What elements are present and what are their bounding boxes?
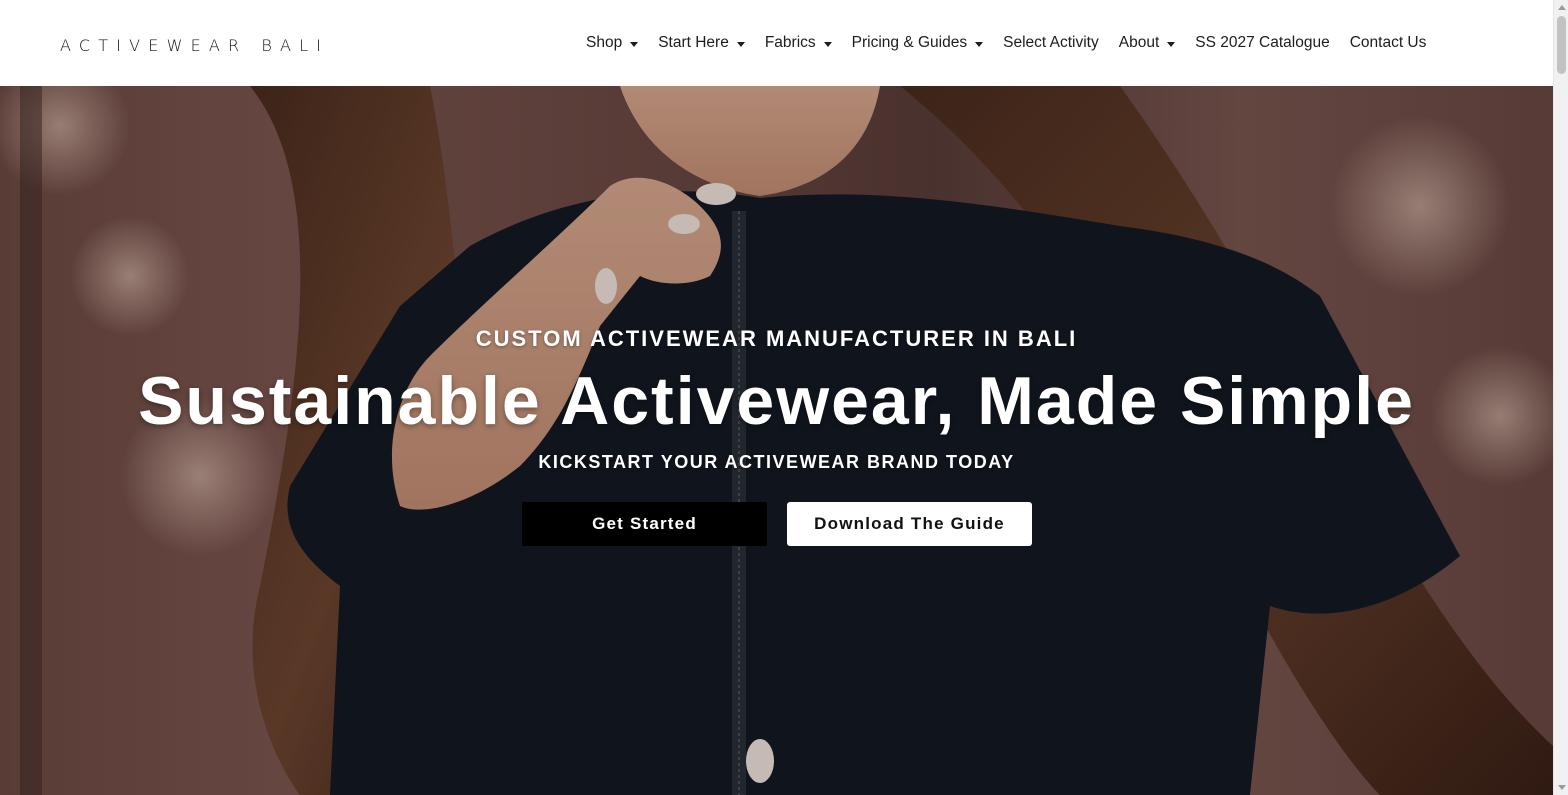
nav-item-select-activity[interactable]: Select Activity (1003, 34, 1099, 52)
nav-item-pricing-guides[interactable]: Pricing & Guides (851, 34, 984, 52)
nav-item-fabrics[interactable]: Fabrics (765, 34, 832, 52)
hero-headline: Sustainable Activewear, Made Simple (138, 363, 1415, 439)
nav-item-start-here[interactable]: Start Here (658, 34, 745, 52)
get-started-button[interactable]: Get Started (522, 502, 767, 546)
logo-wordmark-right: BALI (261, 36, 330, 55)
nav-item-label: Shop (586, 34, 623, 51)
download-guide-button[interactable]: Download The Guide (787, 502, 1032, 546)
nav-item-label: Fabrics (764, 34, 816, 51)
main-nav: Shop Start Here Fabrics Pricing & Guides… (586, 30, 1426, 56)
logo-wordmark-left: ACTIVEWEAR (60, 36, 248, 55)
page-scrollbar[interactable] (1553, 0, 1568, 795)
nav-item-label: Start Here (658, 34, 729, 51)
site-header: ACTIVEWEAR BALI Shop Start Here Fabrics P… (0, 0, 1553, 86)
hero-section: CUSTOM ACTIVEWEAR MANUFACTURER IN BALI S… (0, 86, 1553, 795)
page: ACTIVEWEAR BALI Shop Start Here Fabrics P… (0, 0, 1568, 795)
scrollbar-thumb[interactable] (1557, 16, 1566, 74)
nav-item-label: About (1118, 34, 1160, 51)
nav-item-about[interactable]: About (1119, 34, 1176, 52)
nav-item-contact-us[interactable]: Contact Us (1350, 34, 1427, 52)
scroll-down-arrow-icon[interactable] (1558, 785, 1566, 790)
nav-item-label: Select Activity (1003, 34, 1099, 51)
caret-down-icon (823, 41, 832, 47)
nav-item-label: Pricing & Guides (851, 34, 968, 51)
nav-item-label: Contact Us (1349, 34, 1427, 51)
caret-down-icon (736, 41, 745, 47)
nav-item-shop[interactable]: Shop (586, 34, 639, 52)
caret-down-icon (630, 41, 639, 47)
site-logo[interactable]: ACTIVEWEAR BALI (60, 36, 329, 55)
caret-down-icon (975, 41, 984, 47)
hero-eyebrow: CUSTOM ACTIVEWEAR MANUFACTURER IN BALI (475, 326, 1078, 351)
caret-down-icon (1167, 41, 1176, 47)
hero-subline: KICKSTART YOUR ACTIVEWEAR BRAND TODAY (538, 452, 1015, 472)
nav-item-catalogue[interactable]: SS 2027 Catalogue (1195, 34, 1329, 52)
hero-content: CUSTOM ACTIVEWEAR MANUFACTURER IN BALI S… (0, 86, 1553, 795)
nav-item-label: SS 2027 Catalogue (1195, 34, 1330, 51)
scroll-up-arrow-icon[interactable] (1558, 5, 1566, 10)
